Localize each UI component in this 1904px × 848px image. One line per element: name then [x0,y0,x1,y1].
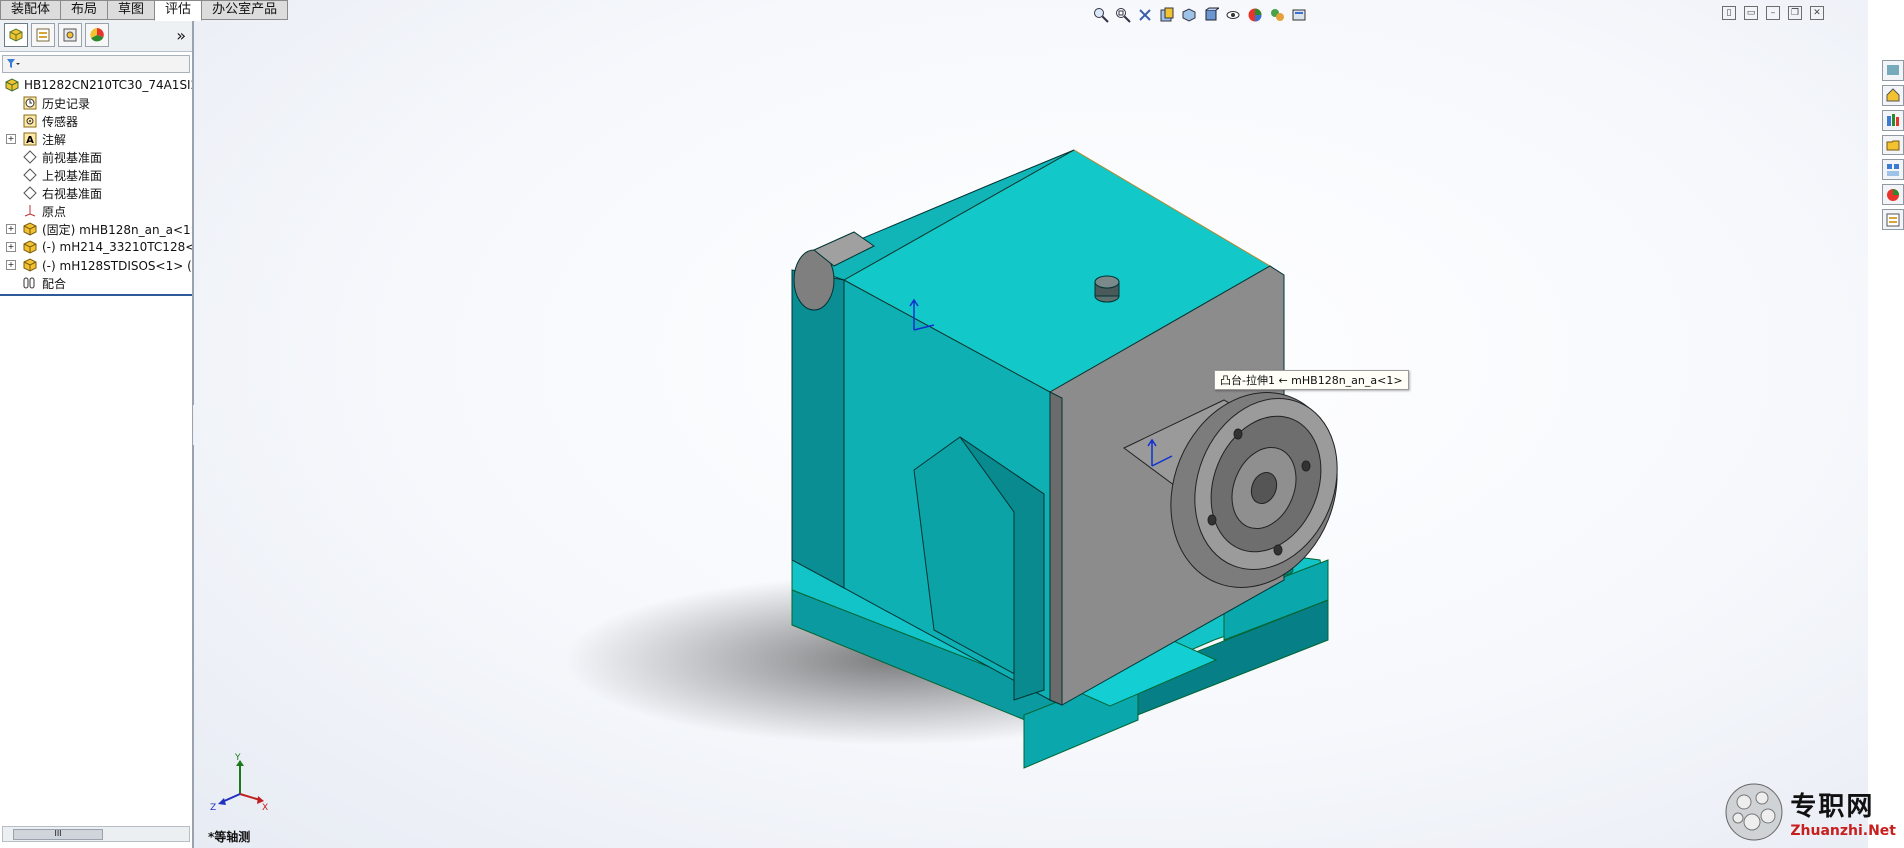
scrollbar-thumb[interactable]: III [13,829,103,840]
plane-icon [22,150,38,164]
tree-item-origin[interactable]: 原点 [0,202,192,220]
origin-icon [22,204,38,218]
tree-item-label: 上视基准面 [42,168,103,183]
expand-toggle[interactable]: + [6,260,16,270]
triad-y-label: Y [234,753,241,763]
globe-icon [1725,783,1783,841]
plane-icon [22,186,38,200]
orientation-triad: Y X Z [210,753,268,810]
expand-toggle[interactable]: + [6,134,16,144]
tree-root-label: HB1282CN210TC30_74A1SI2_ [24,78,192,92]
tree-item-component-2[interactable]: + (-) mH214_33210TC128<1 [0,238,192,256]
part-icon [22,258,38,272]
tree-item-right-plane[interactable]: 右视基准面 [0,184,192,202]
triad-z-label: Z [210,803,216,810]
mates-icon [22,276,38,290]
tree-item-component-3[interactable]: + (-) mH128STDISOS<1> (默 [0,256,192,274]
tree-filter[interactable] [2,55,190,73]
tree-root-assembly[interactable]: HB1282CN210TC30_74A1SI2_ [0,76,192,94]
view-palette-icon[interactable] [1882,159,1904,181]
property-manager-tab[interactable] [31,23,55,47]
panel-more-icon[interactable]: » [176,26,186,45]
design-library-icon[interactable] [1882,109,1904,131]
tab-sketch[interactable]: 草图 [107,0,156,20]
tab-office-products[interactable]: 办公室产品 [201,0,289,20]
tree-item-label: (-) mH128STDISOS<1> (默 [42,258,192,273]
sensor-icon [22,114,38,128]
property-icon [36,28,50,42]
tab-layout[interactable]: 布局 [60,0,109,20]
expand-toggle[interactable]: + [6,242,16,252]
filter-icon [7,59,20,68]
feature-tree: HB1282CN210TC30_74A1SI2_ 历史记录 传感器 + A 注解… [0,76,192,296]
task-pane [1882,60,1904,231]
graphics-viewport[interactable]: ▯ ▭ – ❐ ✕ 凸台-拉伸1 ← mHB128n_an_a<1> Y X Z [194,0,1868,848]
tab-evaluate[interactable]: 评估 [154,0,203,21]
watermark-cn: 专职网 [1790,791,1875,822]
watermark-text: 专职网 Zhuanzhi.Net [1790,786,1896,839]
tree-item-mates[interactable]: 配合 [0,274,192,292]
horizontal-scrollbar[interactable]: III [2,826,190,842]
tree-item-label: 原点 [42,204,67,219]
gear-reducer-model[interactable] [194,0,1868,848]
solidworks-resources-icon[interactable] [1882,60,1904,81]
tree-item-component-1[interactable]: + (固定) mHB128n_an_a<1> [0,220,192,238]
tree-item-front-plane[interactable]: 前视基准面 [0,148,192,166]
tree-item-top-plane[interactable]: 上视基准面 [0,166,192,184]
part-icon [22,222,38,236]
appearances-icon[interactable] [1882,184,1904,206]
plane-icon [22,168,38,182]
tree-item-label: 右视基准面 [42,186,103,201]
home-icon[interactable] [1882,84,1904,106]
expand-toggle[interactable]: + [6,224,16,234]
panel-tabs: » [0,19,192,52]
tab-assembly[interactable]: 装配体 [0,0,62,20]
feature-manager-tab[interactable] [4,23,28,47]
watermark-logo: 专职网 Zhuanzhi.Net [1724,782,1896,842]
tree-item-annotations[interactable]: + A 注解 [0,130,192,148]
triad-x-label: X [262,803,268,810]
assembly-icon [4,78,20,92]
tree-item-label: 历史记录 [42,96,91,111]
tree-item-label: 配合 [42,276,67,291]
view-orientation-label: *等轴测 [208,830,251,844]
color-wheel-icon [90,28,104,42]
tree-item-label: (固定) mHB128n_an_a<1> [42,222,192,237]
tree-item-history[interactable]: 历史记录 [0,94,192,112]
part-icon [22,240,38,254]
configuration-manager-tab[interactable] [58,23,82,47]
custom-properties-icon[interactable] [1882,209,1904,231]
tree-item-label: 前视基准面 [42,150,103,165]
assembly-tree-icon [9,28,23,42]
tree-item-label: 注解 [42,132,67,147]
hover-tooltip: 凸台-拉伸1 ← mHB128n_an_a<1> [1214,370,1409,390]
command-manager-tabs: 装配体 布局 草图 评估 办公室产品 [0,0,289,21]
feature-manager-panel: » HB1282CN210TC30_74A1SI2_ 历史记录 传感器 + A … [0,19,194,848]
file-explorer-icon[interactable] [1882,134,1904,156]
tree-item-label: 传感器 [42,114,79,129]
watermark-en: Zhuanzhi.Net [1790,822,1896,839]
tree-item-sensors[interactable]: 传感器 [0,112,192,130]
history-icon [22,96,38,110]
configuration-icon [63,28,77,42]
display-manager-tab[interactable] [85,23,109,47]
tree-item-label: (-) mH214_33210TC128<1 [42,240,192,254]
annotation-icon: A [22,132,38,146]
tree-rollback-bar[interactable] [0,294,192,296]
svg-text:A: A [26,135,34,146]
